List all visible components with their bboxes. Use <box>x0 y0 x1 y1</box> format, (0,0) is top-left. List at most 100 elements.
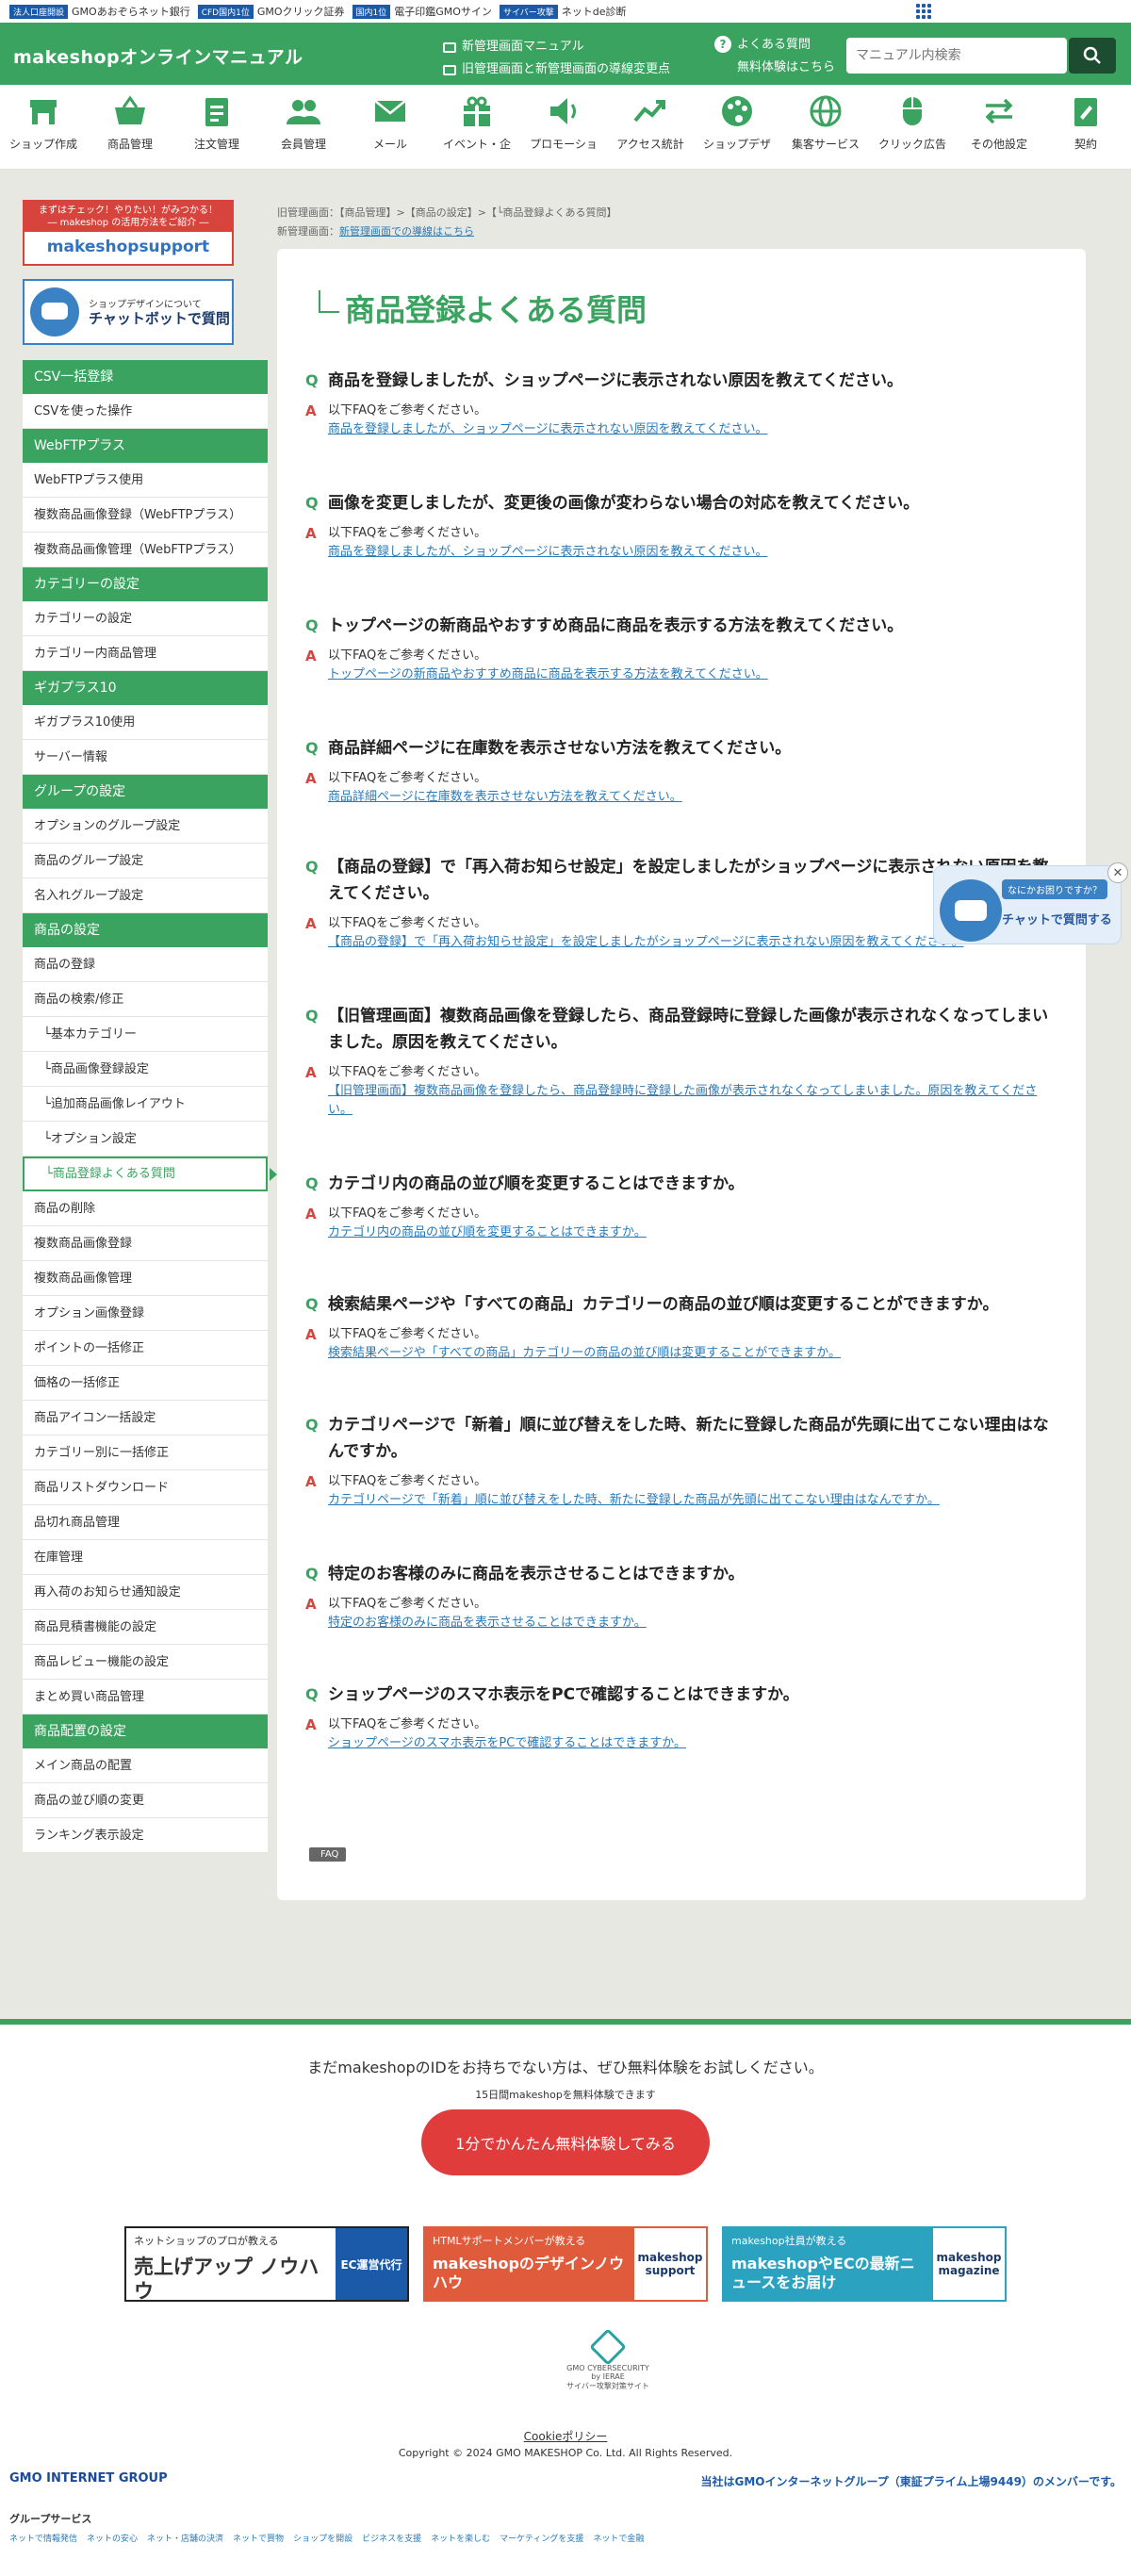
sidebar-item[interactable]: WebFTPプラス使用 <box>23 463 268 498</box>
faq-answer-link[interactable]: トップページの新商品やおすすめ商品に商品を表示する方法を教えてください。 <box>328 665 768 684</box>
nav-other-settings[interactable]: その他設定 <box>957 92 1041 152</box>
faq-answer-link[interactable]: ショップページのスマホ表示をPCで確認することはできますか。 <box>328 1734 686 1753</box>
group-service-link[interactable]: ネットで金融 <box>593 2535 644 2544</box>
sidebar-item[interactable]: 商品レビュー機能の設定 <box>23 1645 268 1680</box>
faq-tag[interactable]: FAQ <box>309 1847 347 1862</box>
sidebar-item[interactable]: 在庫管理 <box>23 1540 268 1575</box>
a-mark: A <box>305 1473 317 1490</box>
news-banner[interactable]: makeshop社員が教える makeshopやECの最新ニュースをお届け mak… <box>722 2226 1007 2302</box>
nav-acquisition[interactable]: 集客サービス <box>783 92 868 152</box>
sidebar-item[interactable]: 名入れグループ設定 <box>23 878 268 913</box>
apps-grid-icon[interactable] <box>916 4 932 20</box>
sidebar-item[interactable]: カテゴリー別に一括修正 <box>23 1436 268 1470</box>
sidebar-item[interactable]: 商品アイコン一括設定 <box>23 1401 268 1436</box>
sidebar-item[interactable]: ランキング表示設定 <box>23 1818 268 1853</box>
sidebar-item[interactable]: 商品のグループ設定 <box>23 844 268 878</box>
gmobar-item-4[interactable]: サイバー攻撃 ネットde診断 <box>499 4 627 19</box>
route-change-link[interactable]: 旧管理画面と新管理画面の導線変更点 <box>443 58 670 81</box>
gmobar-item-2[interactable]: CFD国内1位 GMOクリック証券 <box>197 4 345 19</box>
faq-answer-link[interactable]: カテゴリページで「新着」順に並び替えをした時、新たに登録した商品が先頭に出てこな… <box>328 1491 940 1510</box>
search-input[interactable] <box>846 38 1067 74</box>
sidebar-item[interactable]: ポイントの一括修正 <box>23 1331 268 1366</box>
sidebar-item[interactable]: └基本カテゴリー <box>23 1017 268 1052</box>
brand-text: makeshop <box>46 238 139 256</box>
sidebar-item[interactable]: 複数商品画像登録 <box>23 1226 268 1261</box>
sidebar-item[interactable]: メイン商品の配置 <box>23 1748 268 1783</box>
sidebar-item[interactable]: オプション画像登録 <box>23 1296 268 1331</box>
nav-promotion[interactable]: プロモーショ <box>521 92 606 152</box>
sidebar-item[interactable]: 商品の削除 <box>23 1191 268 1226</box>
nav-order-manage[interactable]: 注文管理 <box>174 92 259 152</box>
group-service-link[interactable]: ネットを楽しむ <box>431 2535 490 2544</box>
sidebar-item[interactable]: 再入荷のお知らせ通知設定 <box>23 1575 268 1610</box>
sidebar-item[interactable]: └オプション設定 <box>23 1122 268 1157</box>
sidebar-item[interactable]: ギガプラス10使用 <box>23 705 268 740</box>
sidebar-item[interactable]: カテゴリー内商品管理 <box>23 636 268 671</box>
sidebar-item[interactable]: まとめ買い商品管理 <box>23 1680 268 1715</box>
nav-shop-create[interactable]: ショップ作成 <box>1 92 86 152</box>
nav-product-manage[interactable]: 商品管理 <box>88 92 172 152</box>
group-service-link[interactable]: ビジネスを支援 <box>362 2535 421 2544</box>
nav-event[interactable]: イベント・企 <box>434 92 519 152</box>
nav-click-ads[interactable]: クリック広告 <box>870 92 955 152</box>
sidebar-item[interactable]: サーバー情報 <box>23 740 268 775</box>
faq-answer-link[interactable]: 商品詳細ページに在庫数を表示させない方法を教えてください。 <box>328 788 682 807</box>
sidebar-item-active[interactable]: └商品登録よくある質問 <box>23 1157 277 1191</box>
faq-question-text: カテゴリ内の商品の並び順を変更することはできますか。 <box>328 1174 745 1193</box>
nav-mail[interactable]: メール <box>348 92 433 152</box>
chatbot-banner[interactable]: ショップデザインについて チャットボットで質問 <box>23 279 234 345</box>
sidebar-item[interactable]: └商品画像登録設定 <box>23 1052 268 1087</box>
faq-answer-prefix: 以下FAQをご参考ください。 <box>328 1065 487 1079</box>
sidebar-item[interactable]: 複数商品画像管理 <box>23 1261 268 1296</box>
new-manual-link[interactable]: 新管理画面マニュアル <box>443 36 670 58</box>
gmobar-item-1[interactable]: 法人口座開設 GMOあおぞらネット銀行 <box>9 4 190 19</box>
sidebar-item[interactable]: 商品の登録 <box>23 947 268 982</box>
faq-answer-link[interactable]: 検索結果ページや「すべての商品」カテゴリーの商品の並び順は変更することができます… <box>328 1344 841 1363</box>
sidebar-item[interactable]: 複数商品画像登録（WebFTPプラス） <box>23 498 268 533</box>
nav-access-stats[interactable]: アクセス統計 <box>608 92 693 152</box>
group-service-link[interactable]: ネット・店舗の決済 <box>147 2535 223 2544</box>
faq-answer-link[interactable]: カテゴリ内の商品の並び順を変更することはできますか。 <box>328 1223 647 1242</box>
sidebar-item[interactable]: 商品の並び順の変更 <box>23 1783 268 1818</box>
faq-answer-link[interactable]: 【旧管理画面】複数商品画像を登録したら、商品登録時に登録した画像が表示されなくな… <box>328 1082 1059 1120</box>
sidebar-item[interactable]: 品切れ商品管理 <box>23 1505 268 1540</box>
group-service-link[interactable]: ネットで情報発信 <box>9 2535 77 2544</box>
support-banner[interactable]: まずはチェック！やりたい！がみつかる！ ― makeshop の活用方法をご紹介 … <box>23 200 234 266</box>
free-trial-button[interactable]: 1分でかんたん無料体験してみる <box>421 2109 710 2175</box>
nav-contract[interactable]: 契約 <box>1043 92 1128 152</box>
design-knowhow-banner[interactable]: HTMLサポートメンバーが教える makeshopのデザインノウハウ makesh… <box>423 2226 708 2302</box>
cookie-policy-link[interactable]: Cookieポリシー <box>0 2428 1131 2444</box>
faq-answer-link[interactable]: 商品を登録しましたが、ショップページに表示されない原因を教えてください。 <box>328 543 767 562</box>
faq-answer-prefix: 以下FAQをご参考ください。 <box>328 526 487 540</box>
sidebar-item[interactable]: CSVを使った操作 <box>23 394 268 429</box>
sidebar-item[interactable]: 商品見積書機能の設定 <box>23 1610 268 1645</box>
gmobar-item-3[interactable]: 国内1位 電子印鑑GMOサイン <box>352 4 492 19</box>
new-route-link[interactable]: 新管理画面での導線はこちら <box>339 225 474 238</box>
trial-link[interactable]: 無料体験はこちら <box>737 57 835 79</box>
faq-link[interactable]: ? よくある質問 <box>714 34 835 57</box>
close-icon[interactable]: ✕ <box>1107 862 1128 883</box>
faq-answer-link[interactable]: 【商品の登録】で「再入荷お知らせ設定」を設定しましたがショップページに表示されな… <box>328 933 963 952</box>
cybersecurity-badge[interactable]: GMO CYBERSECURITY by IERAE サイバー攻撃対策サイト <box>566 2328 650 2390</box>
group-service-link[interactable]: ネットの安心 <box>87 2535 138 2544</box>
faq-answer-link[interactable]: 特定のお客様のみに商品を表示させることはできますか。 <box>328 1614 647 1633</box>
site-logo[interactable]: makeshopオンラインマニュアル <box>13 43 303 69</box>
sidebar-item[interactable]: オプションのグループ設定 <box>23 809 268 844</box>
sidebar-item[interactable]: 商品の検索/修正 <box>23 982 268 1017</box>
faq-answer-link[interactable]: 商品を登録しましたが、ショップページに表示されない原因を教えてください。 <box>328 420 767 439</box>
group-service-link[interactable]: ショップを開設 <box>293 2535 352 2544</box>
search-button[interactable] <box>1069 38 1116 74</box>
gmo-group-logo[interactable]: GMO INTERNET GROUP <box>9 2471 168 2486</box>
sidebar-item[interactable]: └追加商品画像レイアウト <box>23 1087 268 1122</box>
ec-knowhow-banner[interactable]: ネットショップのプロが教える 売上げアップ ノウハウ EC運営代行 <box>124 2226 409 2303</box>
faq-question-text: 商品を登録しましたが、ショップページに表示されない原因を教えてください。 <box>328 371 903 390</box>
group-service-link[interactable]: マーケティングを支援 <box>500 2535 583 2544</box>
group-service-link[interactable]: ネットで買物 <box>233 2535 284 2544</box>
floating-chatbot[interactable]: なにかお困りですか？ チャットで質問する ✕ <box>933 862 1128 944</box>
sidebar-item[interactable]: カテゴリーの設定 <box>23 601 268 636</box>
nav-shop-design[interactable]: ショップデザ <box>695 92 779 152</box>
sidebar-item[interactable]: 複数商品画像管理（WebFTPプラス） <box>23 533 268 567</box>
nav-member-manage[interactable]: 会員管理 <box>261 92 346 152</box>
sidebar-item[interactable]: 商品リストダウンロード <box>23 1470 268 1505</box>
sidebar-item[interactable]: 価格の一括修正 <box>23 1366 268 1401</box>
